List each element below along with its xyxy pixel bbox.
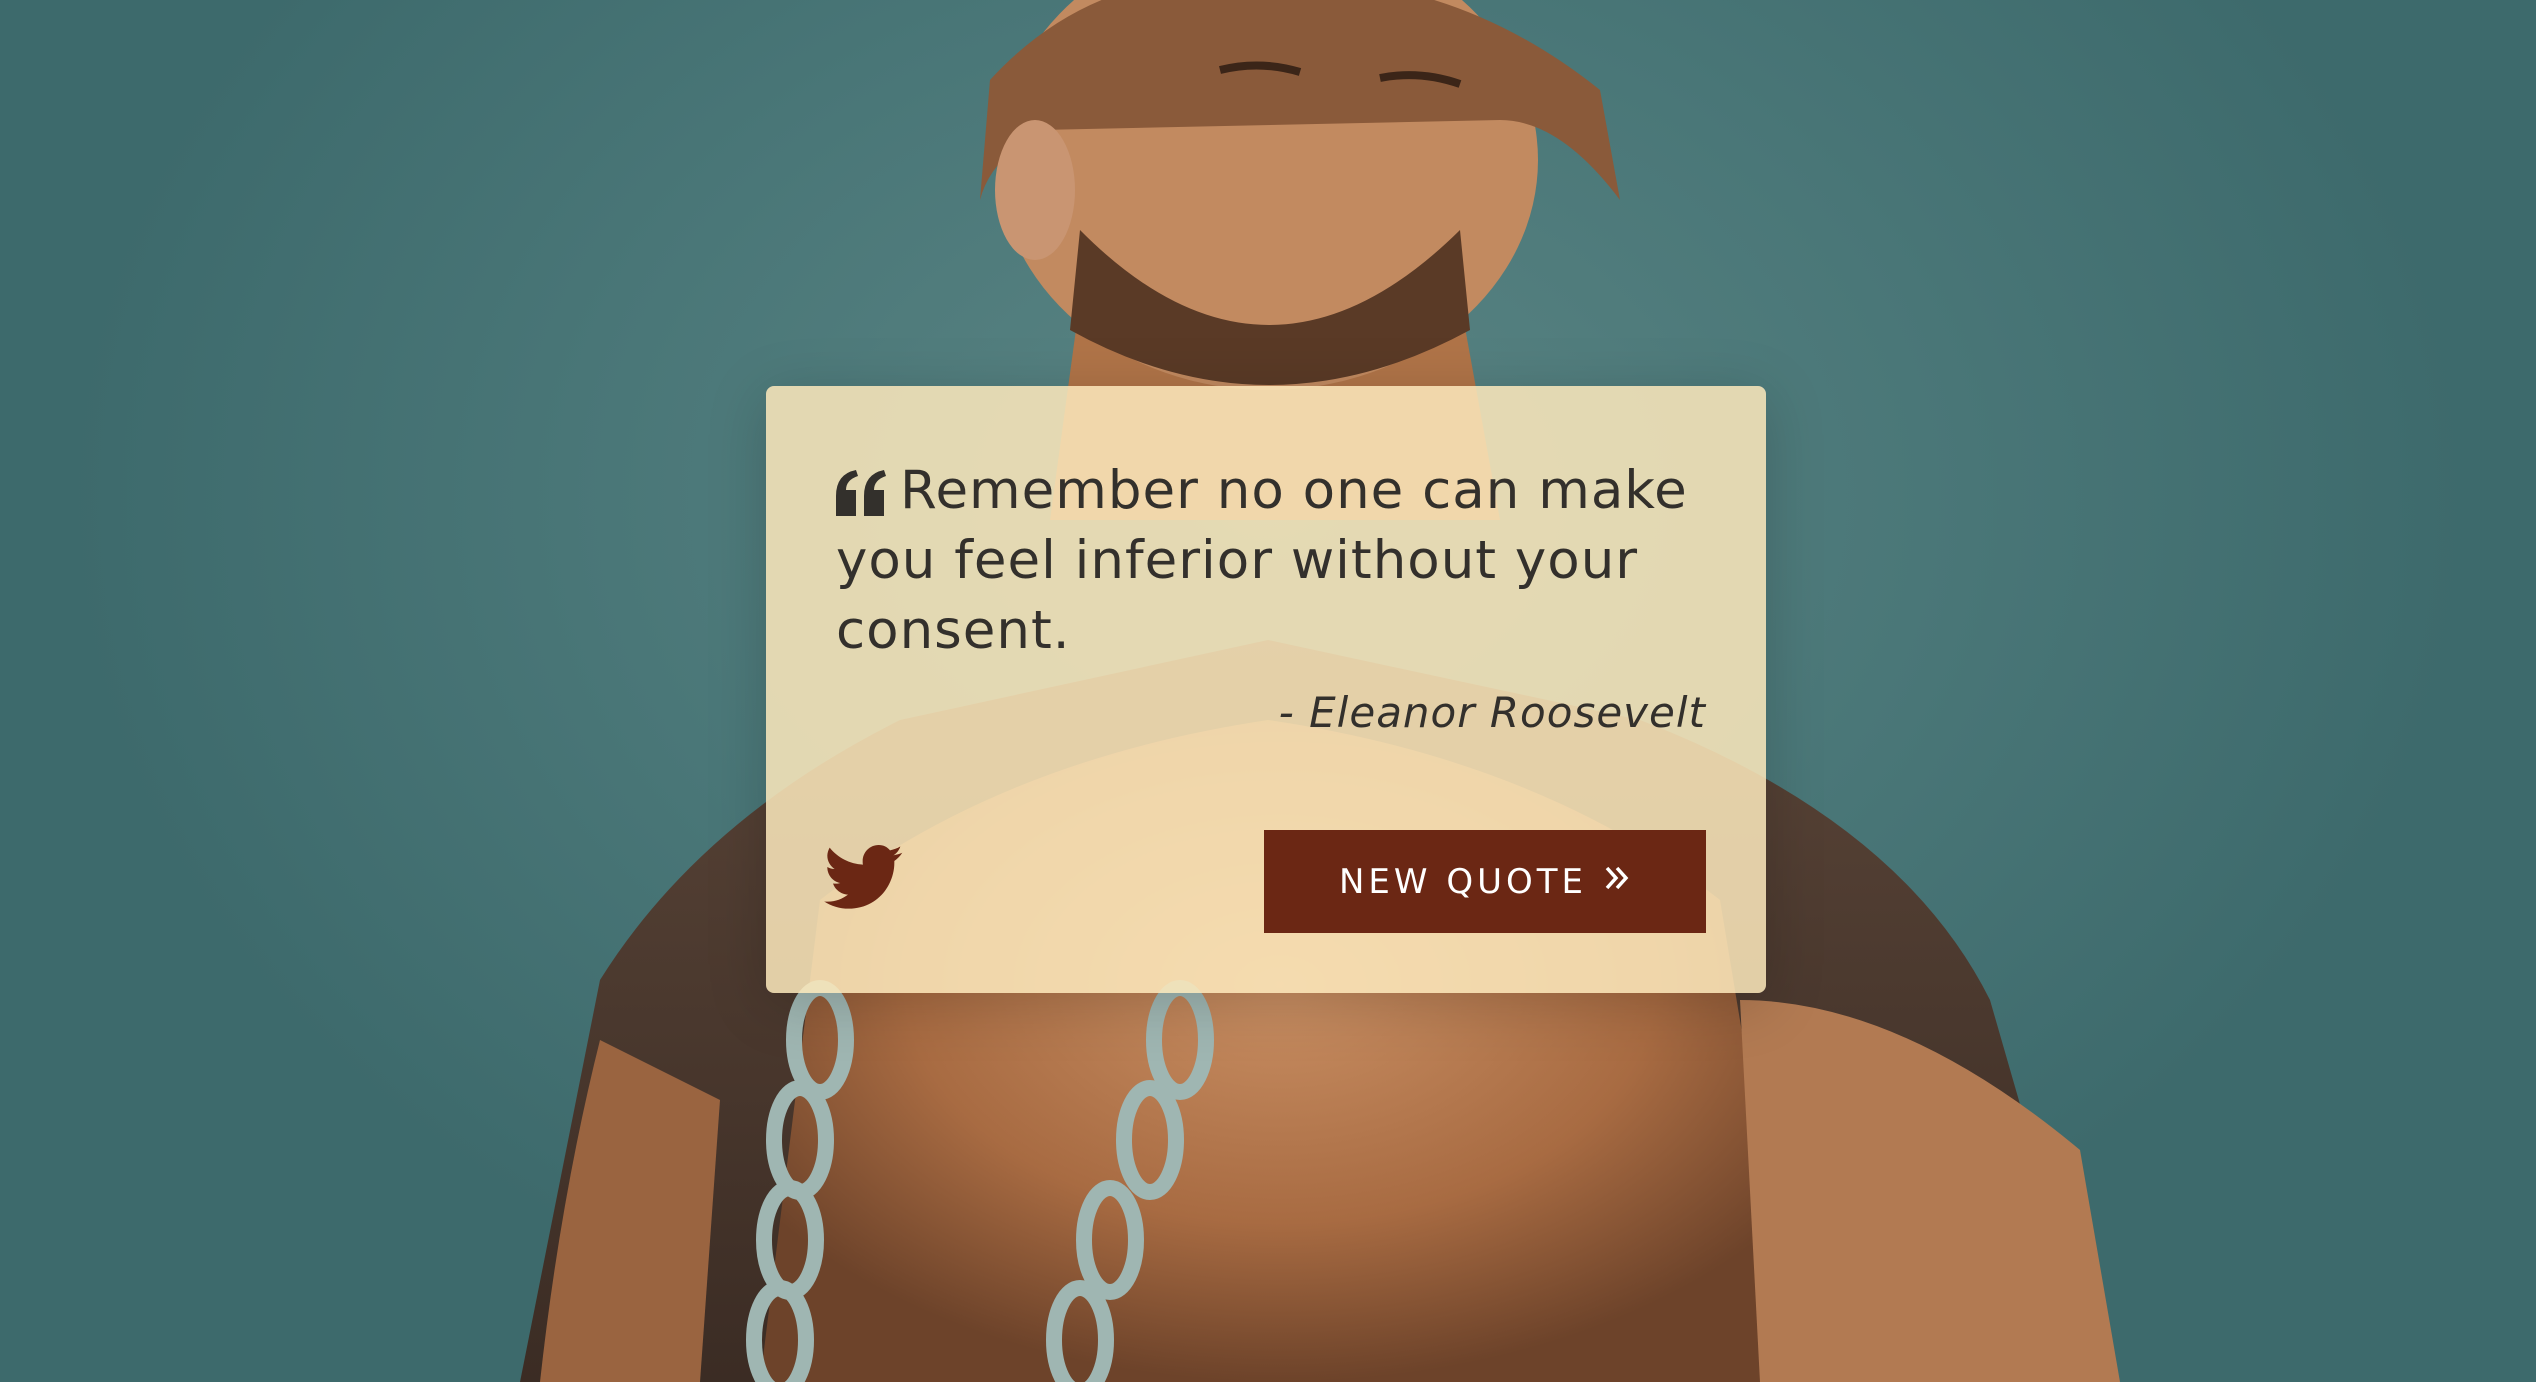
new-quote-label: NEW QUOTE bbox=[1338, 861, 1587, 902]
new-quote-button[interactable]: NEW QUOTE bbox=[1264, 830, 1706, 933]
twitter-icon bbox=[824, 845, 904, 918]
quote-left-icon bbox=[836, 464, 886, 516]
quote-card: Remember no one can make you feel inferi… bbox=[766, 386, 1766, 993]
quote-text: Remember no one can make you feel inferi… bbox=[836, 460, 1688, 661]
quote-author: - Eleanor Roosevelt bbox=[1278, 688, 1706, 737]
tweet-button[interactable] bbox=[824, 844, 904, 914]
quote-block: Remember no one can make you feel inferi… bbox=[836, 456, 1696, 666]
double-chevron-right-icon bbox=[1603, 864, 1631, 892]
